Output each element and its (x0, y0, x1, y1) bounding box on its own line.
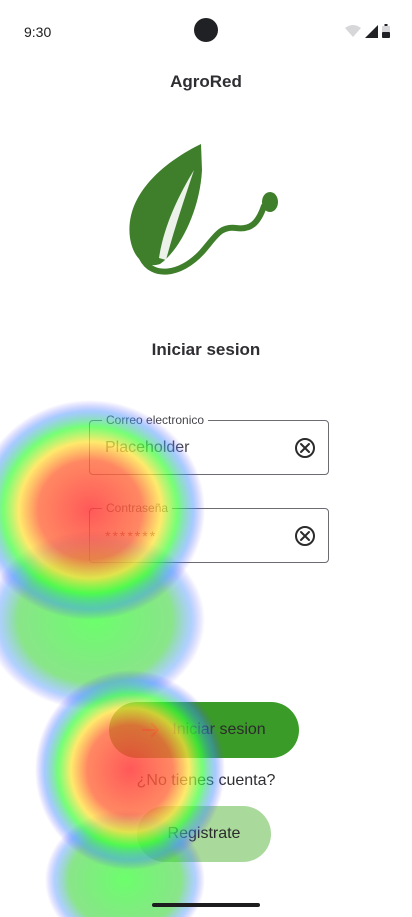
battery-icon (382, 24, 390, 38)
register-button[interactable]: Registrate (137, 806, 271, 862)
status-bar: 9:30 (0, 0, 412, 64)
no-account-text: ¿No tienes cuenta? (136, 772, 276, 789)
home-indicator[interactable] (152, 903, 260, 907)
login-title: Iniciar sesion (151, 340, 261, 359)
password-clear-icon[interactable] (294, 525, 316, 547)
wifi-icon (345, 25, 361, 37)
app-logo-leaf-icon (129, 144, 278, 275)
password-label: Contraseña (102, 500, 173, 516)
email-input[interactable]: Placeholder (105, 439, 190, 457)
camera-cutout (194, 18, 218, 42)
register-button-label: Registrate (167, 825, 241, 842)
email-field[interactable]: Correo electronico Placeholder (89, 412, 329, 475)
password-input[interactable]: ******* (105, 528, 157, 544)
login-button-label: Iniciar sesion (172, 721, 266, 738)
app-title: AgroRed (170, 72, 242, 91)
status-icons (345, 24, 390, 38)
login-button[interactable]: Iniciar sesion (109, 702, 299, 758)
email-clear-icon[interactable] (294, 437, 316, 459)
password-field[interactable]: Contraseña ******* (89, 500, 329, 563)
arrow-right-icon (142, 723, 160, 737)
signal-icon (365, 24, 378, 38)
status-time: 9:30 (24, 24, 52, 40)
email-label: Correo electronico (102, 412, 209, 428)
